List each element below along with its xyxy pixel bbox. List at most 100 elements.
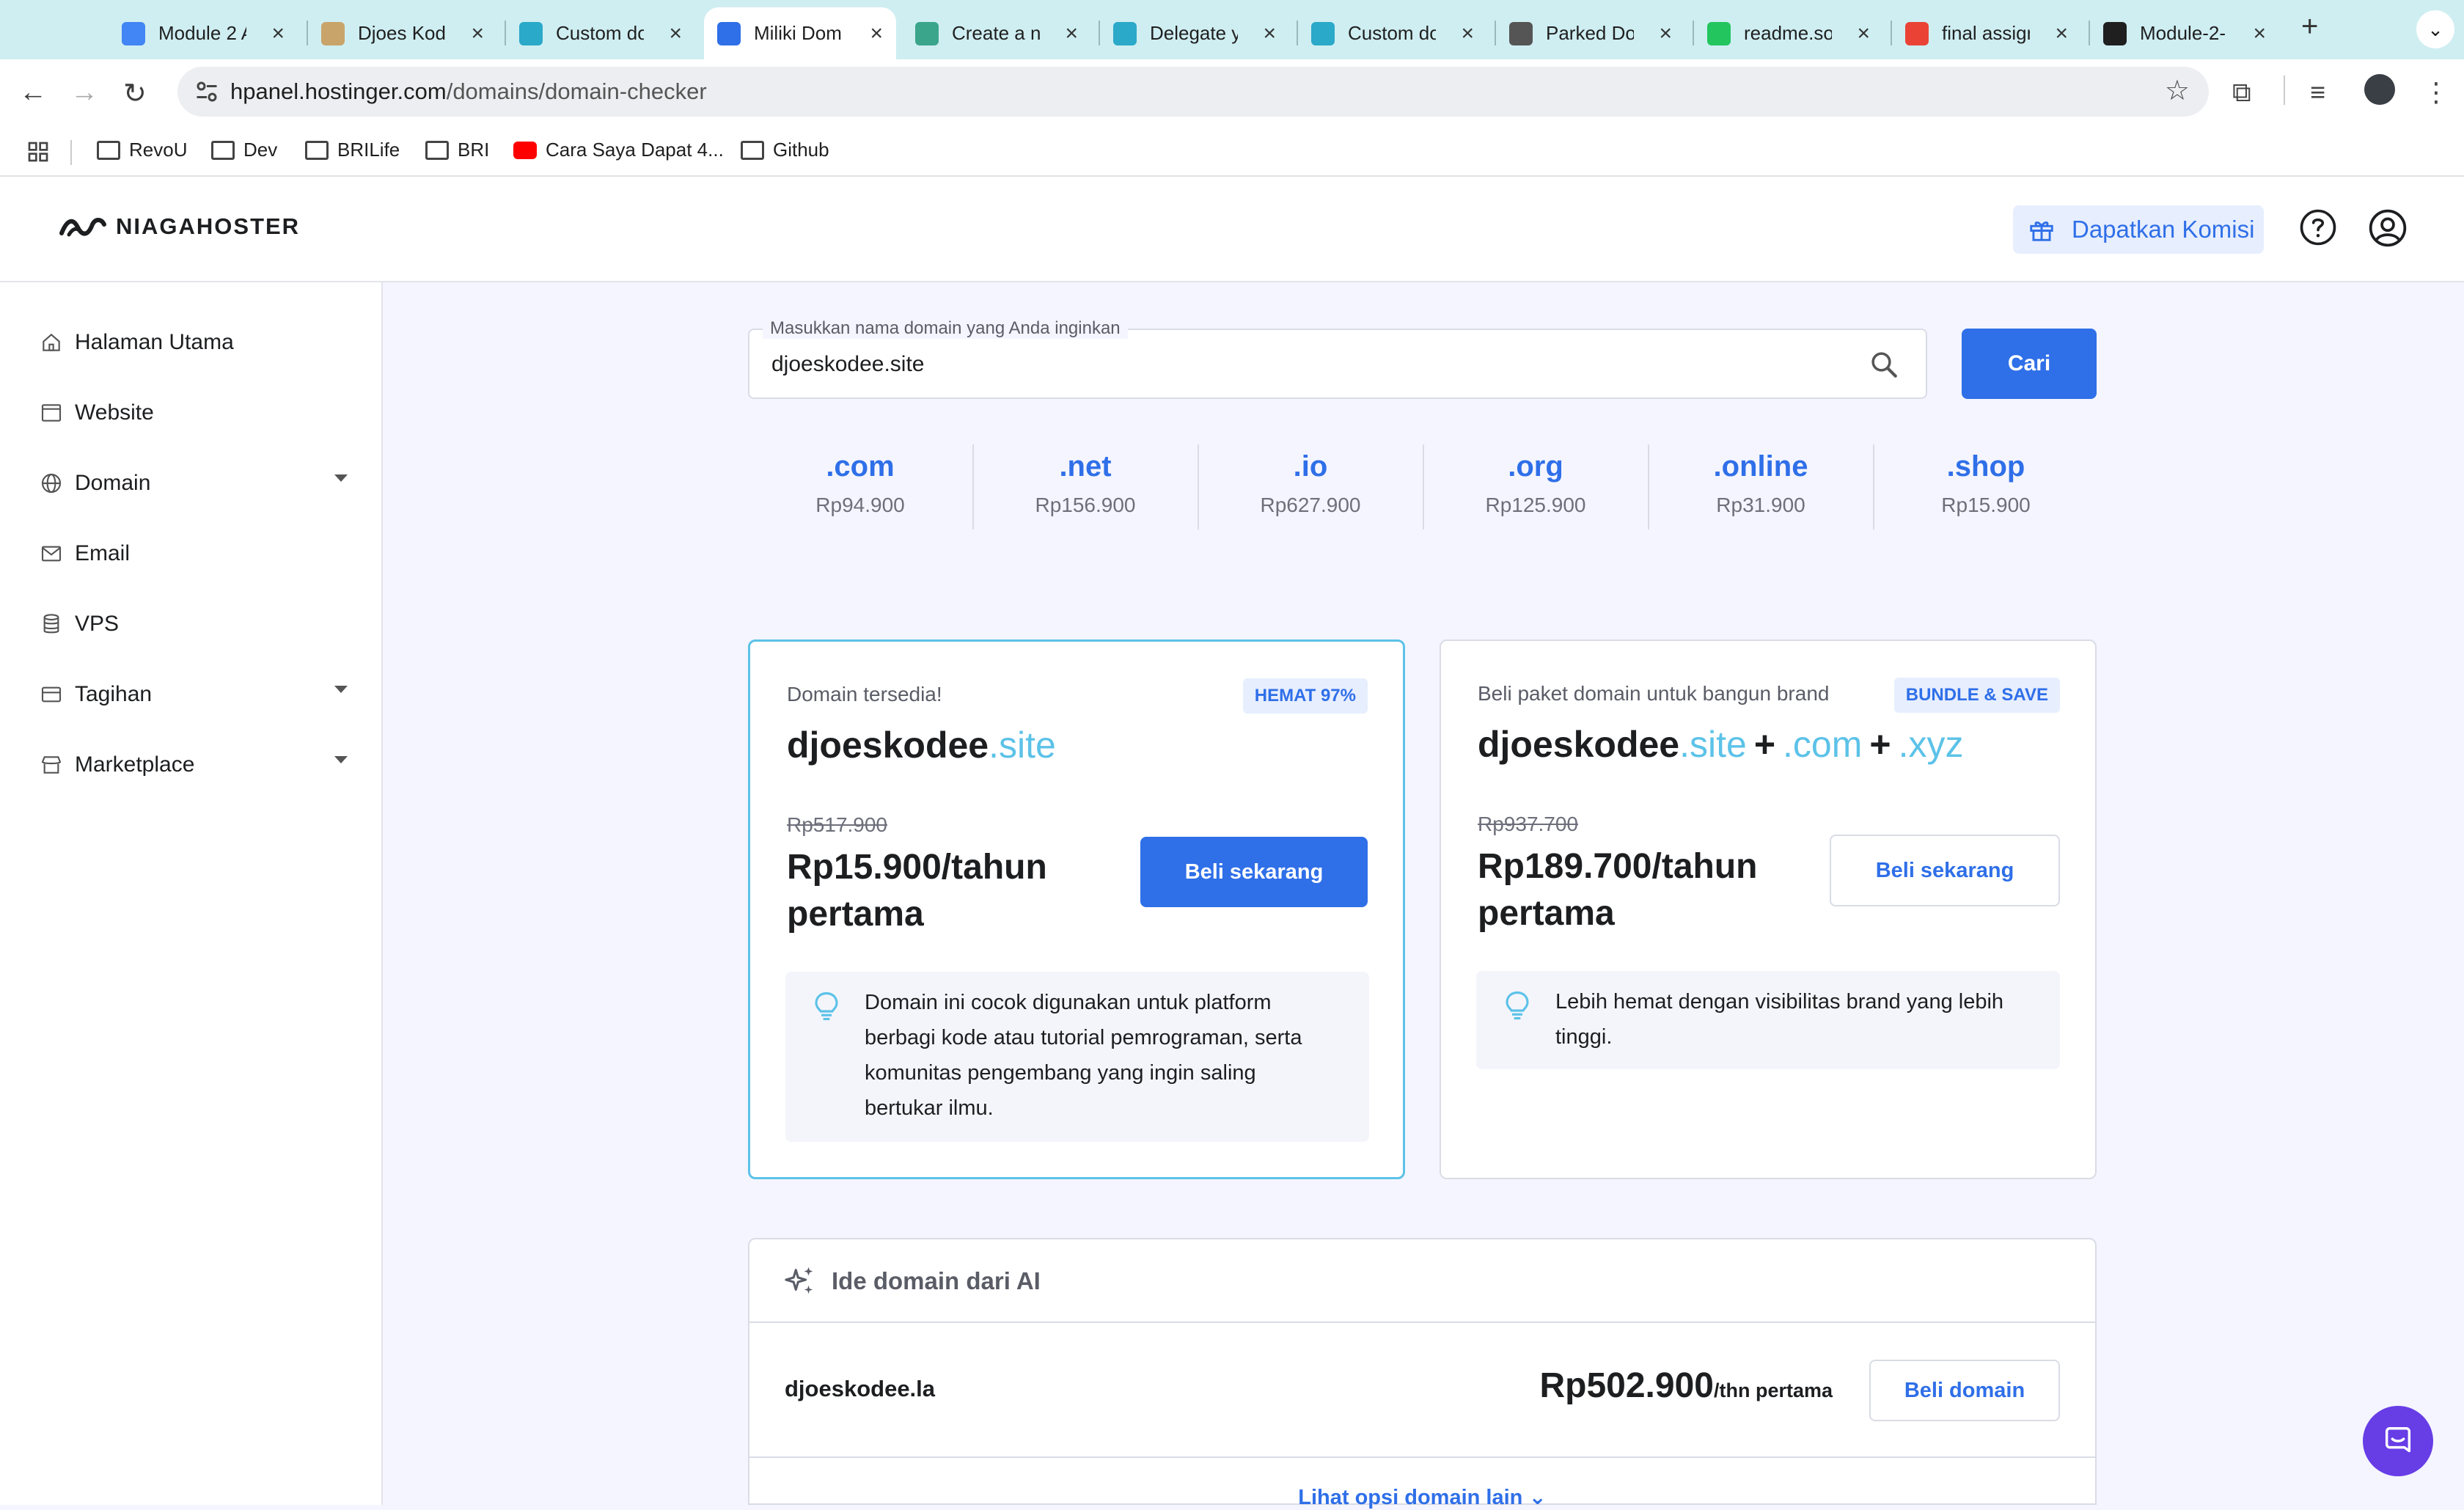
chevron-down-icon[interactable] <box>334 686 348 693</box>
bookmark-star-icon[interactable]: ☆ <box>2165 74 2190 107</box>
browser-tab[interactable]: Custom do × <box>1298 7 1487 59</box>
bookmark-item[interactable]: RevoU <box>97 139 187 161</box>
tld-option[interactable]: .com Rp94.900 <box>748 444 972 529</box>
sidebar-item-marketplace[interactable]: Marketplace <box>40 743 348 787</box>
sidebar-item-domain[interactable]: Domain <box>40 461 348 505</box>
tab-title: final assign <box>1942 22 2030 44</box>
domain-tld: .site <box>989 725 1056 766</box>
close-tab-icon[interactable]: × <box>669 21 682 46</box>
more-options-label: Lihat opsi domain lain <box>1298 1486 1523 1509</box>
live-chat-button[interactable] <box>2363 1406 2433 1476</box>
search-input[interactable]: djoeskodee.site <box>771 352 924 377</box>
browser-tab[interactable]: Module 2 A × <box>109 7 298 59</box>
browser-tab[interactable]: Module-2- × <box>2090 7 2279 59</box>
more-options-link[interactable]: Lihat opsi domain lain ⌄ <box>749 1484 2095 1510</box>
browser-tab[interactable]: final assign × <box>1892 7 2081 59</box>
extensions-icon[interactable]: ⧉ <box>2232 77 2251 109</box>
browser-tab[interactable]: Parked Dor × <box>1496 7 1685 59</box>
close-tab-icon[interactable]: × <box>471 21 484 46</box>
tld-divider <box>1873 444 1874 529</box>
browser-tab[interactable]: Miliki Doma × <box>704 7 896 59</box>
tab-separator <box>505 21 506 45</box>
sidebar-item-website[interactable]: Website <box>40 391 348 435</box>
user-account-icon[interactable] <box>2367 208 2408 249</box>
domain-base: djoeskodee <box>787 725 989 766</box>
tld-option[interactable]: .shop Rp15.900 <box>1874 444 2098 529</box>
close-tab-icon[interactable]: × <box>2055 21 2068 46</box>
close-tab-icon[interactable]: × <box>1065 21 1078 46</box>
bookmark-item[interactable]: BRI <box>425 139 489 161</box>
sidebar-item-vps[interactable]: VPS <box>40 602 348 646</box>
site-settings-icon[interactable] <box>194 78 220 105</box>
close-tab-icon[interactable]: × <box>870 21 883 46</box>
bookmark-item[interactable]: BRILife <box>305 139 400 161</box>
address-bar[interactable]: hpanel.hostinger.com/domains/domain-chec… <box>177 67 2209 117</box>
search-icon[interactable] <box>1869 349 1899 380</box>
tld-option[interactable]: .io Rp627.900 <box>1198 444 1423 529</box>
browser-menu-icon[interactable]: ⋮ <box>2423 77 2449 108</box>
search-label: Masukkan nama domain yang Anda inginkan <box>763 318 1128 339</box>
domain-search-field[interactable]: Masukkan nama domain yang Anda inginkan … <box>748 318 1927 399</box>
bookmark-label: Cara Saya Dapat 4... <box>546 139 724 161</box>
browser-tab[interactable]: Delegate yo × <box>1100 7 1289 59</box>
new-tab-button[interactable]: + <box>2301 10 2318 43</box>
apps-grid-icon[interactable] <box>26 140 50 164</box>
tab-separator <box>1693 21 1694 45</box>
ai-domain-ideas-panel: Ide domain dari AI djoeskodee.la Rp502.9… <box>748 1238 2097 1509</box>
buy-bundle-button[interactable]: Beli sekarang <box>1830 835 2060 906</box>
media-control-icon[interactable]: ≡ <box>2310 77 2325 108</box>
tld-divider <box>972 444 974 529</box>
brand-logo[interactable]: NIAGAHOSTER <box>59 213 300 240</box>
profile-avatar[interactable] <box>2364 74 2395 105</box>
bookmark-item[interactable]: Github <box>741 139 829 161</box>
tab-search-button[interactable]: ⌄ <box>2416 10 2454 48</box>
domain-base: djoeskodee <box>1478 724 1680 765</box>
sidebar-item-tagihan[interactable]: Tagihan <box>40 672 348 716</box>
tab-favicon-icon <box>122 21 145 45</box>
suggested-domain-price: Rp502.900/thn pertama <box>1539 1366 1833 1406</box>
tld-option[interactable]: .online Rp31.900 <box>1649 444 1873 529</box>
tab-favicon-icon <box>717 21 741 45</box>
tld-option[interactable]: .net Rp156.900 <box>973 444 1198 529</box>
close-tab-icon[interactable]: × <box>2253 21 2266 46</box>
tip-text: Lebih hemat dengan visibilitas brand yan… <box>1555 990 2004 1049</box>
bookmark-label: RevoU <box>129 139 188 161</box>
discount-badge: HEMAT 97% <box>1242 678 1368 714</box>
chevron-down-icon[interactable] <box>334 756 348 763</box>
bookmark-item[interactable]: Dev <box>211 139 277 161</box>
browser-tab[interactable]: Custom do × <box>506 7 695 59</box>
tab-title: readme.so <box>1744 22 1832 44</box>
tld-price: Rp31.900 <box>1716 494 1805 516</box>
back-icon[interactable]: ← <box>19 77 47 109</box>
brand-name: NIAGAHOSTER <box>116 213 301 239</box>
sidebar-item-label: Domain <box>75 471 151 495</box>
browser-toolbar: ← → ↻ hpanel.hostinger.com/domains/domai… <box>0 59 2464 128</box>
help-icon[interactable] <box>2298 208 2338 247</box>
ai-panel-header: Ide domain dari AI <box>749 1239 2095 1323</box>
search-button[interactable]: Cari <box>1962 329 2097 399</box>
tab-separator <box>307 21 308 45</box>
browser-tab[interactable]: Djoes Kode × <box>308 7 497 59</box>
close-tab-icon[interactable]: × <box>1461 21 1474 46</box>
close-tab-icon[interactable]: × <box>1263 21 1276 46</box>
commission-button[interactable]: Dapatkan Komisi <box>2013 205 2264 254</box>
close-tab-icon[interactable]: × <box>271 21 285 46</box>
tld-option[interactable]: .org Rp125.900 <box>1423 444 1648 529</box>
current-price: Rp15.900/tahun pertama <box>787 848 1047 934</box>
close-tab-icon[interactable]: × <box>1659 21 1672 46</box>
buy-domain-button[interactable]: Beli domain <box>1869 1360 2060 1421</box>
chevron-down-icon[interactable] <box>334 474 348 482</box>
browser-tab[interactable]: readme.so × <box>1694 7 1883 59</box>
tab-favicon-icon <box>1707 21 1731 45</box>
bookmark-item[interactable]: Cara Saya Dapat 4... <box>513 139 724 161</box>
youtube-icon <box>513 141 537 159</box>
sidebar-item-email[interactable]: Email <box>40 532 348 576</box>
forward-icon[interactable]: → <box>70 77 98 109</box>
tab-separator <box>2089 21 2090 45</box>
reload-icon[interactable]: ↻ <box>123 77 147 110</box>
browser-tab[interactable]: Create a ne × <box>902 7 1091 59</box>
close-tab-icon[interactable]: × <box>1857 21 1870 46</box>
sidebar-item-halaman-utama[interactable]: Halaman Utama <box>40 320 348 364</box>
tab-title: Module-2- <box>2140 22 2226 44</box>
buy-now-button[interactable]: Beli sekarang <box>1140 837 1368 907</box>
